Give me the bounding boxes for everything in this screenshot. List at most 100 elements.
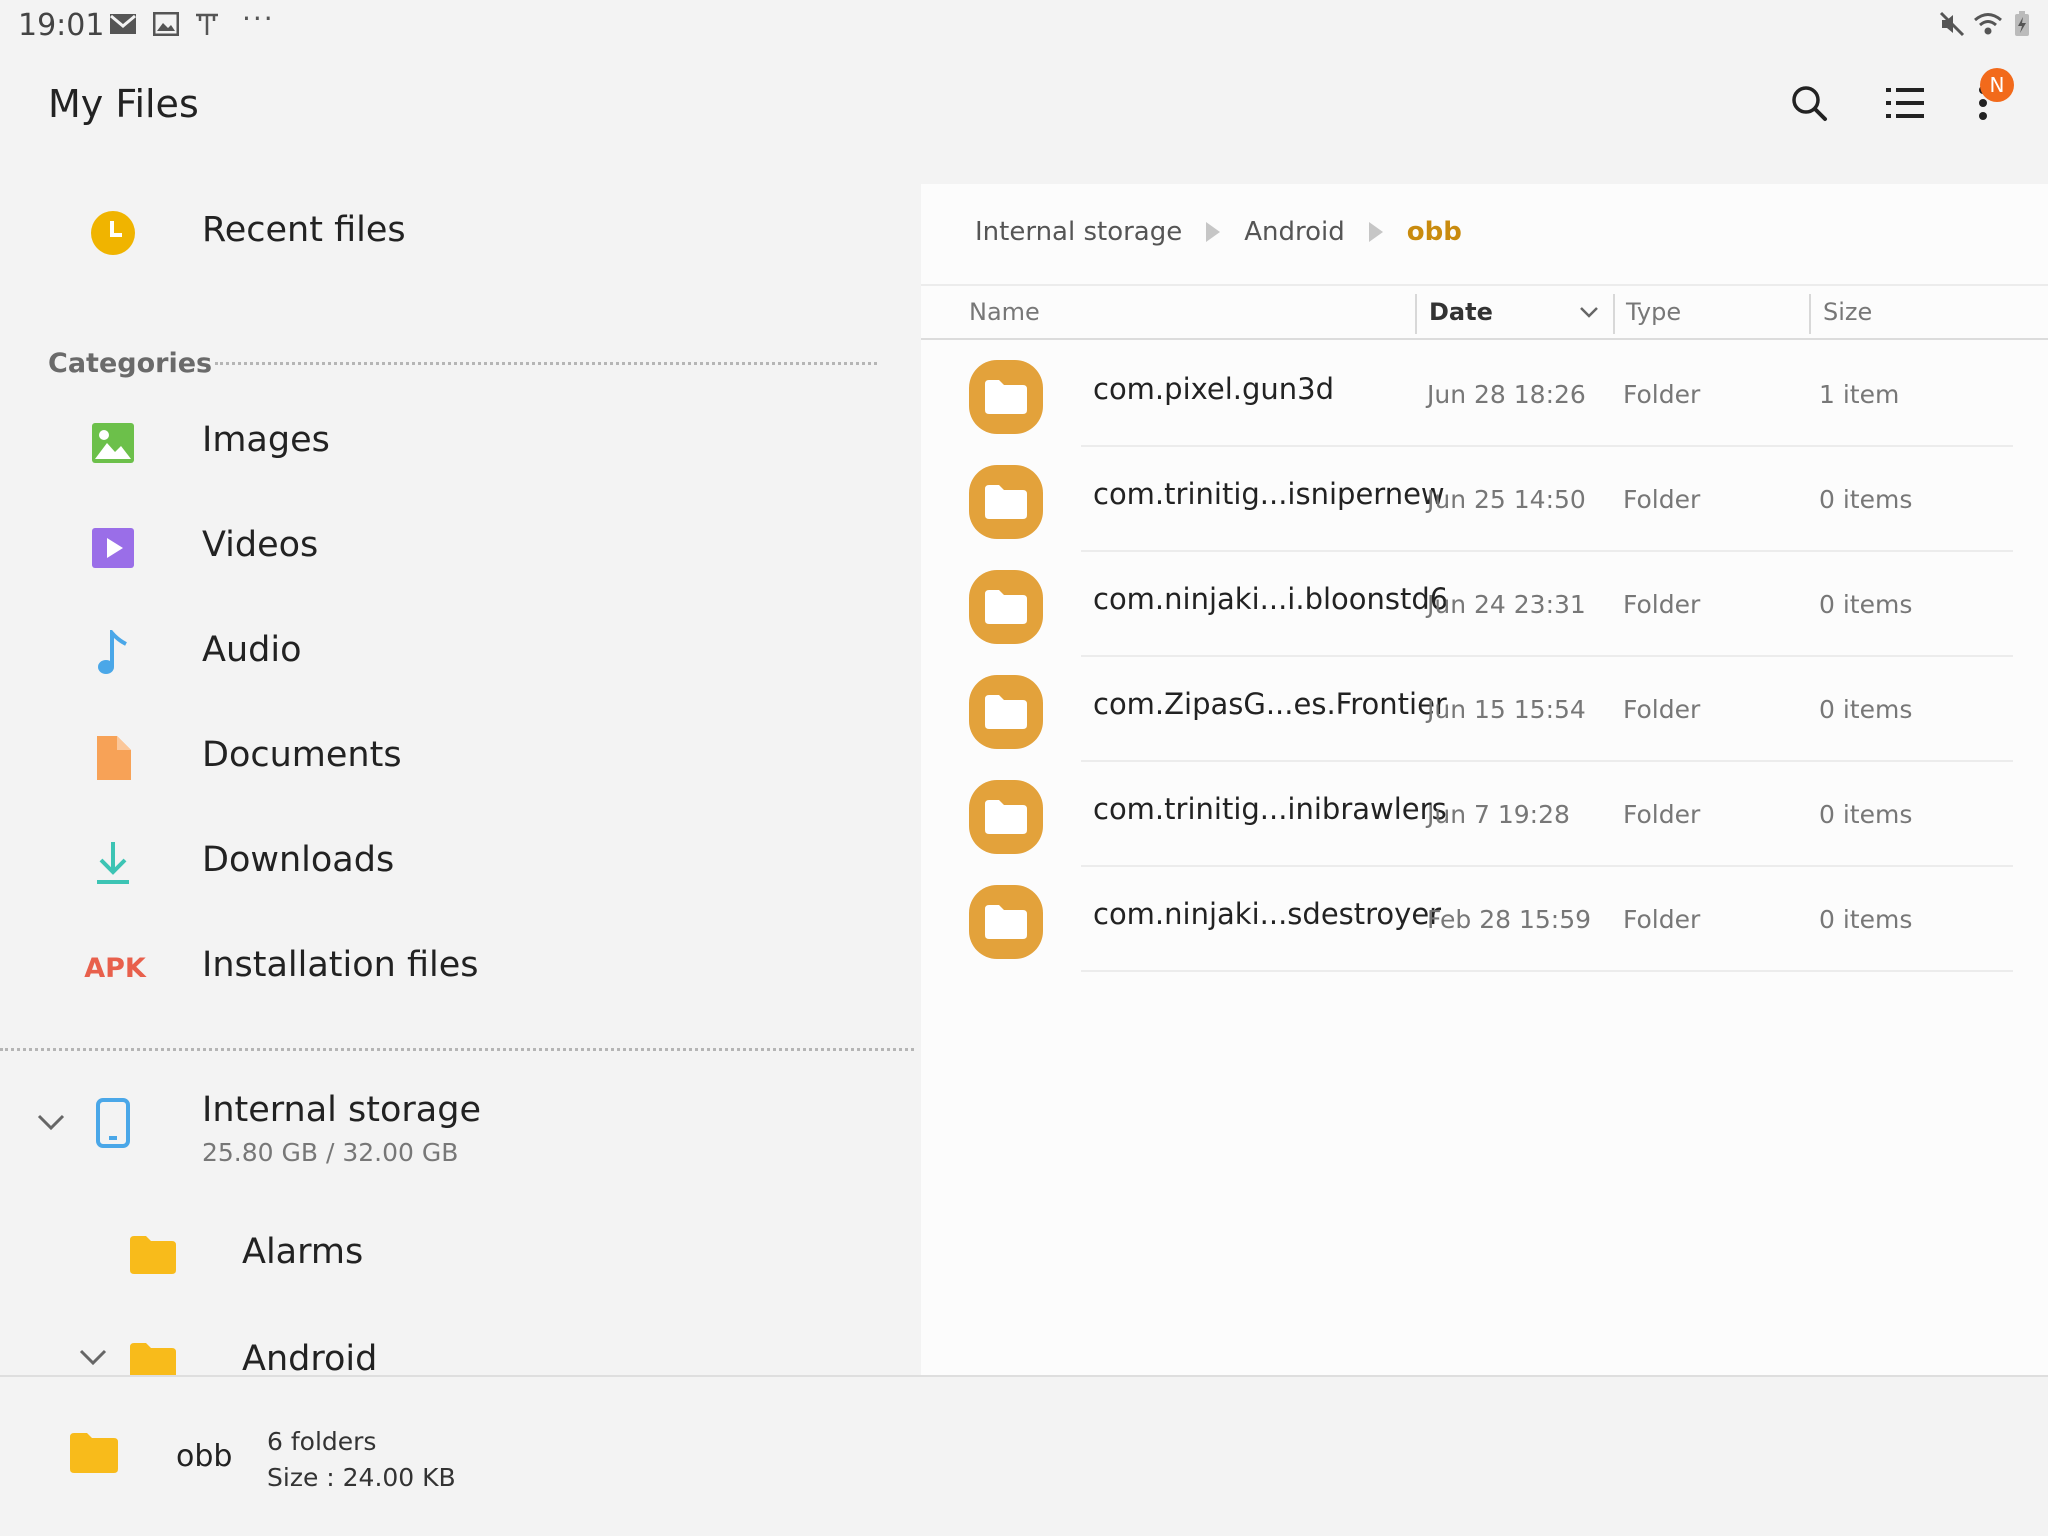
clock-icon xyxy=(88,208,138,258)
sidebar-item-internal-storage[interactable]: Internal storage 25.80 GB / 32.00 GB xyxy=(0,1082,921,1192)
audio-note-icon xyxy=(88,628,138,678)
file-type: Folder xyxy=(1623,905,1701,934)
column-type[interactable]: Type xyxy=(1626,286,1681,338)
column-header: Name Date Type Size xyxy=(921,284,2048,340)
file-name: com.ninjaki...i.bloonstd6 xyxy=(1093,582,1449,616)
breadcrumb-android[interactable]: Android xyxy=(1244,217,1345,247)
categories-divider xyxy=(215,362,877,365)
column-divider xyxy=(1809,294,1811,334)
column-date[interactable]: Date xyxy=(1429,286,1609,338)
file-type: Folder xyxy=(1623,485,1701,514)
folder-icon xyxy=(969,780,1043,854)
file-date: Jun 25 14:50 xyxy=(1427,485,1586,514)
sidebar-folder-android[interactable]: Android xyxy=(0,1317,921,1375)
folder-icon xyxy=(128,1230,178,1280)
document-icon xyxy=(88,733,138,783)
file-size: 1 item xyxy=(1819,380,1900,409)
file-name: com.trinitig...inibrawlers xyxy=(1093,792,1447,826)
search-icon xyxy=(1792,86,1827,121)
sidebar-item-images[interactable]: Images xyxy=(0,398,921,488)
file-type: Folder xyxy=(1623,590,1701,619)
sidebar-item-downloads[interactable]: Downloads xyxy=(0,818,921,908)
list-view-icon xyxy=(1886,88,1924,118)
battery-charging-icon xyxy=(2012,10,2032,38)
categories-header: Categories xyxy=(48,348,213,379)
search-button[interactable] xyxy=(1784,78,1834,128)
t-app-icon xyxy=(192,10,222,38)
image-icon xyxy=(88,418,138,468)
gmail-icon xyxy=(108,10,138,38)
breadcrumb-separator-icon xyxy=(1368,222,1383,242)
sidebar-folder-alarms[interactable]: Alarms xyxy=(0,1210,921,1300)
file-name: com.pixel.gun3d xyxy=(1093,372,1335,406)
sort-chevron-down-icon xyxy=(1580,307,1598,318)
file-row[interactable]: com.trinitig...inibrawlers Jun 7 19:28 F… xyxy=(921,762,2048,867)
wifi-icon xyxy=(1972,10,2004,38)
file-date: Jun 24 23:31 xyxy=(1427,590,1586,619)
file-size: 0 items xyxy=(1819,905,1913,934)
breadcrumb-separator-icon xyxy=(1206,222,1221,242)
file-size: 0 items xyxy=(1819,800,1913,829)
storage-usage: 25.80 GB / 32.00 GB xyxy=(202,1138,459,1167)
file-date: Jun 15 15:54 xyxy=(1427,695,1586,724)
folder-size: Size : 24.00 KB xyxy=(267,1463,456,1492)
mute-icon xyxy=(1938,10,1966,38)
file-type: Folder xyxy=(1623,800,1701,829)
file-type: Folder xyxy=(1623,380,1701,409)
folder-label: Android xyxy=(242,1339,378,1375)
folder-count: 6 folders xyxy=(267,1427,377,1456)
chevron-down-icon[interactable] xyxy=(36,1112,66,1136)
storage-label: Internal storage xyxy=(202,1090,481,1130)
sidebar-item-recent-files[interactable]: Recent files xyxy=(0,188,921,278)
sidebar: Recent files Categories Images Videos Au… xyxy=(0,170,921,1375)
sidebar-item-label: Images xyxy=(202,420,330,460)
apk-icon: APK xyxy=(84,952,146,984)
folder-icon xyxy=(969,885,1043,959)
storage-divider xyxy=(0,1048,914,1051)
folder-icon xyxy=(128,1337,178,1375)
app-title: My Files xyxy=(48,82,199,126)
status-time: 19:01 xyxy=(18,8,105,43)
column-name[interactable]: Name xyxy=(969,286,1040,338)
column-divider xyxy=(1415,294,1417,334)
download-icon xyxy=(88,838,138,888)
current-folder-name: obb xyxy=(176,1439,233,1474)
row-divider xyxy=(1081,970,2013,972)
list-view-button[interactable] xyxy=(1880,78,1930,128)
sidebar-item-label: Audio xyxy=(202,630,302,670)
sidebar-item-label: Recent files xyxy=(202,210,406,250)
breadcrumb-internal-storage[interactable]: Internal storage xyxy=(975,217,1182,247)
column-size[interactable]: Size xyxy=(1823,286,1872,338)
folder-icon xyxy=(969,360,1043,434)
chevron-down-icon[interactable] xyxy=(78,1347,108,1371)
folder-icon xyxy=(969,570,1043,644)
file-size: 0 items xyxy=(1819,695,1913,724)
file-row[interactable]: com.ZipasG...es.Frontier Jun 15 15:54 Fo… xyxy=(921,657,2048,762)
folder-icon xyxy=(969,675,1043,749)
file-date: Jun 28 18:26 xyxy=(1427,380,1586,409)
status-bar: 19:01 ··· xyxy=(0,0,2048,48)
folder-icon xyxy=(969,465,1043,539)
file-name: com.trinitig...isnipernew xyxy=(1093,477,1445,511)
breadcrumb: Internal storage Android obb xyxy=(975,210,1462,254)
file-row[interactable]: com.trinitig...isnipernew Jun 25 14:50 F… xyxy=(921,447,2048,552)
file-row[interactable]: com.ninjaki...sdestroyer Feb 28 15:59 Fo… xyxy=(921,867,2048,972)
sidebar-item-audio[interactable]: Audio xyxy=(0,608,921,698)
sidebar-item-label: Documents xyxy=(202,735,402,775)
breadcrumb-obb: obb xyxy=(1406,217,1462,247)
file-row[interactable]: com.ninjaki...i.bloonstd6 Jun 24 23:31 F… xyxy=(921,552,2048,657)
column-divider xyxy=(1613,294,1615,334)
file-row[interactable]: com.pixel.gun3d Jun 28 18:26 Folder 1 it… xyxy=(921,342,2048,447)
folder-icon xyxy=(70,1433,118,1477)
sidebar-item-videos[interactable]: Videos xyxy=(0,503,921,593)
sidebar-item-installation-files[interactable]: APK Installation files xyxy=(0,923,921,1013)
sidebar-item-documents[interactable]: Documents xyxy=(0,713,921,803)
file-type: Folder xyxy=(1623,695,1701,724)
more-notifications-icon: ··· xyxy=(242,2,275,35)
sidebar-item-label: Videos xyxy=(202,525,319,565)
phone-icon xyxy=(88,1098,138,1148)
file-list-pane: Internal storage Android obb Name Date T… xyxy=(921,184,2048,1375)
notification-badge: N xyxy=(1980,68,2014,102)
file-name: com.ninjaki...sdestroyer xyxy=(1093,897,1442,931)
file-date: Jun 7 19:28 xyxy=(1427,800,1570,829)
